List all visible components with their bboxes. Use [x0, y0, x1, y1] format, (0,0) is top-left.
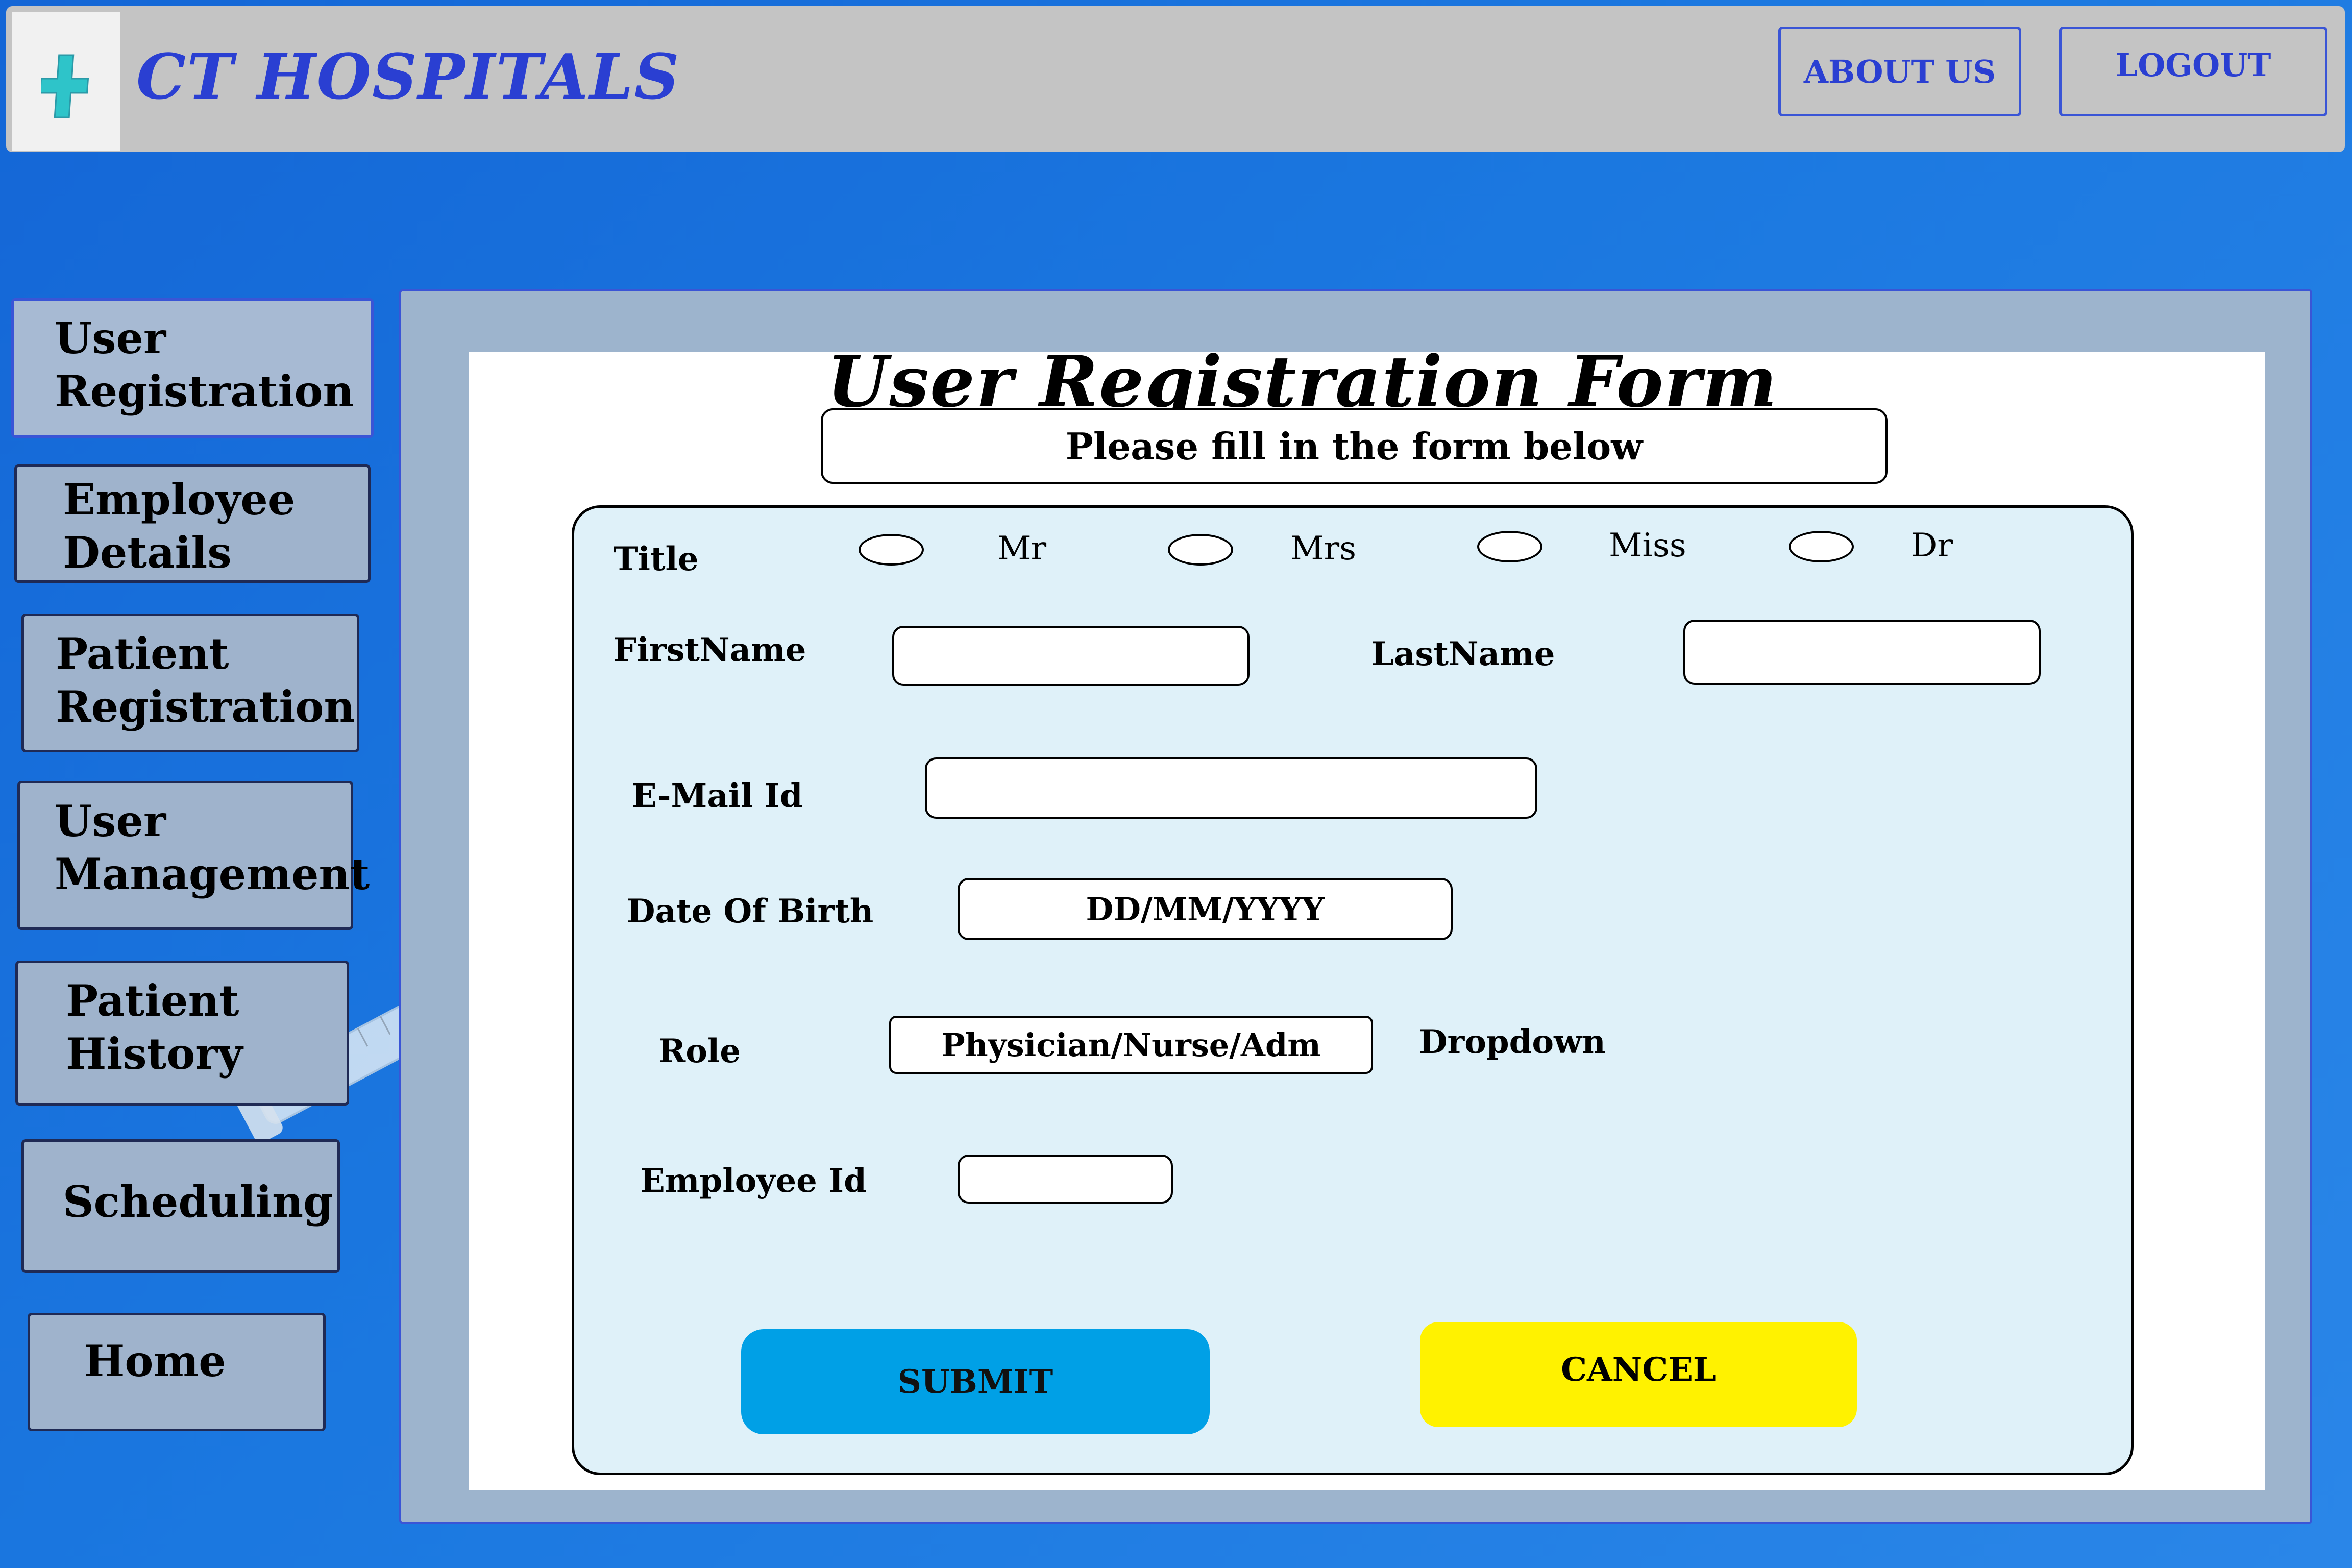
sidebar-item-patient-registration[interactable]: Patient Registration [21, 614, 359, 752]
sidebar-item-label: History [66, 1028, 243, 1079]
cancel-button[interactable]: CANCEL [1420, 1322, 1857, 1427]
radio-mr-label: Mr [997, 530, 1047, 568]
email-input[interactable] [925, 757, 1537, 819]
sidebar-item-label: Management [55, 849, 370, 899]
sidebar-item-label: Scheduling [63, 1177, 333, 1227]
sidebar-item-label: User [55, 796, 166, 846]
sidebar-item-label: Employee [63, 474, 296, 525]
sidebar-item-scheduling[interactable]: Scheduling [21, 1139, 340, 1273]
lastname-input[interactable] [1683, 620, 2041, 685]
role-dropdown-note: Dropdown [1419, 1023, 1606, 1061]
firstname-label: FirstName [614, 631, 806, 669]
sidebar-item-label: Patient [66, 975, 239, 1026]
sidebar-item-user-registration[interactable]: User Registration [11, 298, 374, 438]
form-subtitle: Please fill in the form below [821, 408, 1888, 484]
sidebar-item-home[interactable]: Home [28, 1313, 326, 1431]
radio-mrs-label: Mrs [1290, 530, 1356, 568]
radio-mrs[interactable] [1168, 534, 1233, 566]
dob-label: Date Of Birth [627, 892, 874, 930]
about-us-button[interactable]: ABOUT US [1778, 27, 2021, 116]
firstname-input[interactable] [892, 626, 1250, 686]
sidebar-item-label: User [55, 313, 166, 363]
radio-miss-label: Miss [1609, 527, 1686, 565]
radio-dr[interactable] [1788, 531, 1854, 562]
sidebar-item-label: Details [63, 527, 232, 578]
employee-id-label: Employee Id [640, 1162, 867, 1200]
radio-mr[interactable] [859, 534, 924, 566]
dob-input[interactable]: DD/MM/YYYY [958, 878, 1453, 940]
medical-cross-icon [41, 54, 89, 118]
brand-title: CT HOSPITALS [136, 40, 680, 113]
lastname-label: LastName [1371, 635, 1555, 673]
sidebar-item-employee-details[interactable]: Employee Details [14, 464, 371, 583]
sidebar-item-user-management[interactable]: User Management [17, 781, 370, 930]
role-select[interactable]: Physician/Nurse/Adm [889, 1016, 1373, 1074]
radio-miss[interactable] [1477, 531, 1542, 562]
sidebar-item-label: Registration [56, 681, 355, 732]
employee-id-input[interactable] [958, 1155, 1173, 1204]
sidebar-item-patient-history[interactable]: Patient History [15, 961, 349, 1106]
radio-dr-label: Dr [1911, 527, 1953, 565]
role-label: Role [658, 1032, 741, 1070]
logout-button[interactable]: LOGOUT [2059, 27, 2328, 116]
logo [12, 12, 120, 151]
sidebar-item-label: Patient [56, 628, 229, 679]
sidebar-item-label: Registration [55, 366, 354, 416]
title-label: Title [614, 540, 699, 578]
submit-button[interactable]: SUBMIT [741, 1329, 1210, 1434]
email-label: E-Mail Id [632, 777, 803, 815]
sidebar-item-label: Home [84, 1336, 226, 1386]
